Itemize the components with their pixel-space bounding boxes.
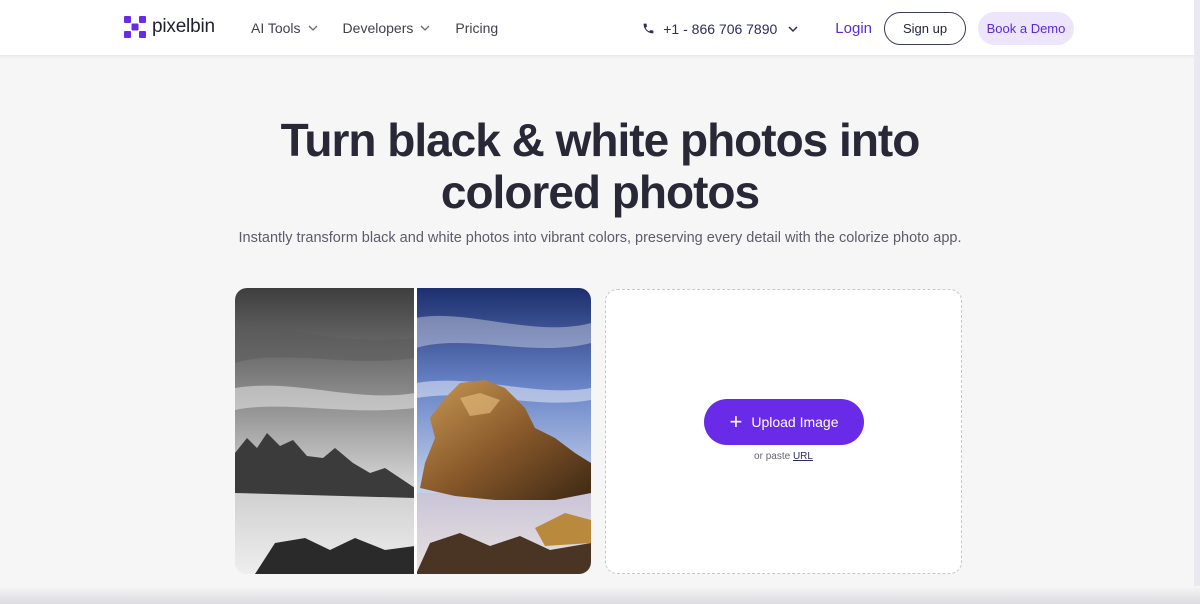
upload-button-label: Upload Image bbox=[751, 414, 839, 430]
main-nav: AI Tools Developers Pricing bbox=[251, 18, 522, 38]
paste-prefix: or paste bbox=[754, 451, 791, 462]
before-after-comparison[interactable] bbox=[235, 288, 591, 574]
nav-item-pricing[interactable]: Pricing bbox=[455, 18, 498, 38]
chevron-down-icon bbox=[788, 25, 798, 32]
nav-item-label: Developers bbox=[342, 20, 414, 36]
book-demo-button[interactable]: Book a Demo bbox=[978, 12, 1074, 45]
nav-item-developers[interactable]: Developers bbox=[343, 18, 432, 38]
upload-dropzone[interactable]: + Upload Image or paste URL bbox=[605, 289, 962, 574]
header-actions: +1 - 866 706 7890 Login Sign up Book a D… bbox=[642, 12, 1074, 45]
login-link[interactable]: Login bbox=[835, 20, 872, 37]
page-title-line-2: colored photos bbox=[440, 166, 760, 218]
page-subtitle: Instantly transform black and white phot… bbox=[238, 230, 962, 246]
comparison-image bbox=[235, 288, 591, 574]
pixelbin-logo-icon bbox=[124, 16, 146, 38]
page-title: Turn black & white photos into colored p… bbox=[200, 114, 1000, 218]
top-navbar: pixelbin AI Tools Developers Pricing +1 … bbox=[0, 0, 1200, 56]
brand-name: pixelbin bbox=[152, 16, 215, 37]
pixelbin-logo[interactable]: pixelbin bbox=[124, 16, 215, 38]
page-scrollbar[interactable] bbox=[1194, 0, 1200, 604]
chevron-down-icon bbox=[420, 25, 430, 31]
plus-icon: + bbox=[729, 409, 743, 434]
phone-number: +1 - 866 706 7890 bbox=[663, 20, 778, 37]
signup-button[interactable]: Sign up bbox=[884, 12, 966, 45]
phone-icon bbox=[643, 23, 654, 34]
upload-image-button[interactable]: + Upload Image bbox=[704, 399, 864, 445]
page-title-line-1: Turn black & white photos into bbox=[280, 114, 921, 166]
nav-item-label: Pricing bbox=[455, 20, 499, 36]
bottom-fade bbox=[0, 586, 1200, 604]
paste-url-hint: or paste URL bbox=[606, 451, 961, 462]
nav-item-ai-tools[interactable]: AI Tools bbox=[251, 18, 319, 38]
paste-url-link[interactable]: URL bbox=[793, 451, 813, 462]
nav-item-label: AI Tools bbox=[251, 20, 301, 36]
chevron-down-icon bbox=[308, 25, 318, 31]
phone-selector[interactable]: +1 - 866 706 7890 bbox=[642, 21, 807, 37]
